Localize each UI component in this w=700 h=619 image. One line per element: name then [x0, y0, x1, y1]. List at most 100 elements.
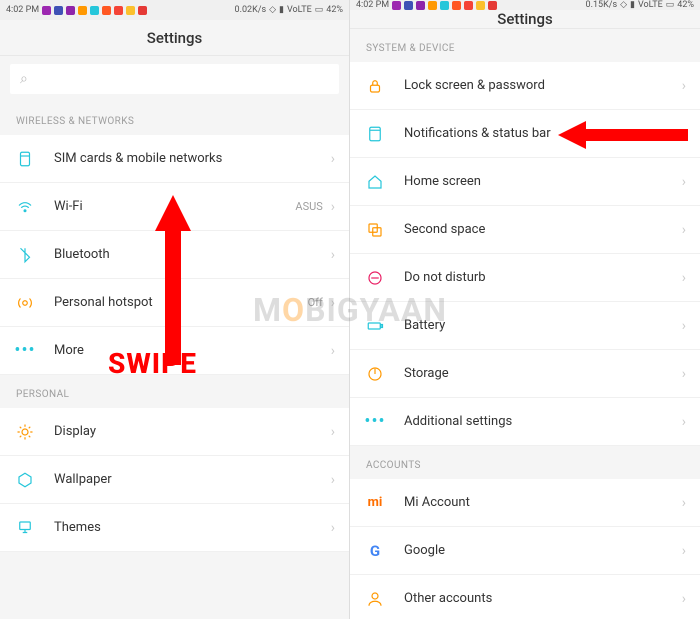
status-volte: VoLTE: [287, 5, 312, 15]
chevron-right-icon: ›: [682, 78, 686, 94]
notifications-icon: [364, 123, 386, 145]
row-mi-account[interactable]: mi Mi Account ›: [350, 479, 700, 527]
chevron-right-icon: ›: [331, 472, 335, 488]
battery-icon: ▭: [666, 0, 675, 10]
chevron-right-icon: ›: [682, 366, 686, 382]
row-label: Lock screen & password: [404, 78, 682, 93]
notif-icon: [428, 1, 437, 10]
status-time: 4:02 PM: [356, 0, 389, 10]
row-sim-cards[interactable]: SIM cards & mobile networks ›: [0, 135, 349, 183]
chevron-right-icon: ›: [331, 199, 335, 215]
row-label: Google: [404, 543, 682, 558]
chevron-right-icon: ›: [682, 174, 686, 190]
display-icon: [14, 421, 36, 443]
chevron-right-icon: ›: [682, 270, 686, 286]
battery-row-icon: [364, 315, 386, 337]
row-label: Bluetooth: [54, 247, 331, 262]
notif-icon: [464, 1, 473, 10]
page-title: Settings: [0, 20, 349, 56]
row-wallpaper[interactable]: Wallpaper ›: [0, 456, 349, 504]
row-label: Second space: [404, 222, 682, 237]
notif-icon: [90, 6, 99, 15]
mi-icon: mi: [364, 492, 386, 514]
row-lock-screen[interactable]: Lock screen & password ›: [350, 62, 700, 110]
dnd-icon: [364, 267, 386, 289]
row-wifi[interactable]: Wi-Fi ASUS ›: [0, 183, 349, 231]
notif-icon: [42, 6, 51, 15]
status-time: 4:02 PM: [6, 5, 39, 15]
lock-icon: [364, 75, 386, 97]
storage-icon: [364, 363, 386, 385]
notif-icon: [138, 6, 147, 15]
section-header-accounts: ACCOUNTS: [350, 446, 700, 479]
row-label: Battery: [404, 318, 682, 333]
notif-icon: [392, 1, 401, 10]
google-icon: G: [364, 540, 386, 562]
status-bar: 4:02 PM 0.15K/s ◇ ▮ VoLTE ▭ 42%: [350, 0, 700, 10]
wifi-icon: ◇: [269, 5, 276, 15]
row-more[interactable]: ••• More ›: [0, 327, 349, 375]
notif-icon: [404, 1, 413, 10]
row-label: Personal hotspot: [54, 295, 308, 310]
more-icon: •••: [14, 340, 36, 362]
notif-icon: [452, 1, 461, 10]
row-label: Storage: [404, 366, 682, 381]
row-additional-settings[interactable]: ••• Additional settings ›: [350, 398, 700, 446]
row-value: Off: [308, 296, 323, 309]
row-second-space[interactable]: Second space ›: [350, 206, 700, 254]
row-bluetooth[interactable]: Bluetooth ›: [0, 231, 349, 279]
notif-icon: [66, 6, 75, 15]
chevron-right-icon: ›: [682, 495, 686, 511]
notif-icon: [78, 6, 87, 15]
more-icon: •••: [364, 411, 386, 433]
row-battery[interactable]: Battery ›: [350, 302, 700, 350]
row-label: More: [54, 343, 331, 358]
section-header-wireless: WIRELESS & NETWORKS: [0, 102, 349, 135]
row-label: Additional settings: [404, 414, 682, 429]
notif-icon: [476, 1, 485, 10]
chevron-right-icon: ›: [331, 343, 335, 359]
row-storage[interactable]: Storage ›: [350, 350, 700, 398]
row-label: Themes: [54, 520, 331, 535]
row-dnd[interactable]: Do not disturb ›: [350, 254, 700, 302]
signal-icon: ▮: [279, 5, 284, 15]
row-display[interactable]: Display ›: [0, 408, 349, 456]
bluetooth-icon: [14, 244, 36, 266]
themes-icon: [14, 517, 36, 539]
status-battery: 42%: [326, 5, 343, 15]
chevron-right-icon: ›: [682, 591, 686, 607]
search-icon: ⌕: [20, 71, 28, 87]
row-label: Wallpaper: [54, 472, 331, 487]
status-bar: 4:02 PM 0.02K/s ◇ ▮ VoLTE ▭ 42%: [0, 0, 349, 20]
row-other-accounts[interactable]: Other accounts ›: [350, 575, 700, 619]
chevron-right-icon: ›: [682, 318, 686, 334]
row-notifications[interactable]: Notifications & status bar ›: [350, 110, 700, 158]
notif-icon: [102, 6, 111, 15]
chevron-right-icon: ›: [331, 151, 335, 167]
wifi-icon: [14, 196, 36, 218]
chevron-right-icon: ›: [331, 247, 335, 263]
row-home-screen[interactable]: Home screen ›: [350, 158, 700, 206]
row-label: Display: [54, 424, 331, 439]
battery-icon: ▭: [315, 5, 324, 15]
signal-icon: ▮: [630, 0, 635, 10]
status-net: 0.02K/s: [235, 5, 267, 15]
notif-icon: [440, 1, 449, 10]
wifi-icon: ◇: [620, 0, 627, 10]
row-themes[interactable]: Themes ›: [0, 504, 349, 552]
row-value: ASUS: [295, 200, 322, 213]
notif-icon: [126, 6, 135, 15]
row-google[interactable]: G Google ›: [350, 527, 700, 575]
chevron-right-icon: ›: [682, 414, 686, 430]
row-label: Notifications & status bar: [404, 126, 682, 141]
home-icon: [364, 171, 386, 193]
phone-left: 4:02 PM 0.02K/s ◇ ▮ VoLTE ▭ 42% Settings: [0, 0, 350, 619]
row-label: Other accounts: [404, 591, 682, 606]
search-input[interactable]: ⌕: [10, 64, 339, 94]
row-hotspot[interactable]: Personal hotspot Off ›: [0, 279, 349, 327]
chevron-right-icon: ›: [682, 222, 686, 238]
notif-icon: [488, 1, 497, 10]
phone-right: 4:02 PM 0.15K/s ◇ ▮ VoLTE ▭ 42% Settings: [350, 0, 700, 619]
chevron-right-icon: ›: [682, 126, 686, 142]
hotspot-icon: [14, 292, 36, 314]
